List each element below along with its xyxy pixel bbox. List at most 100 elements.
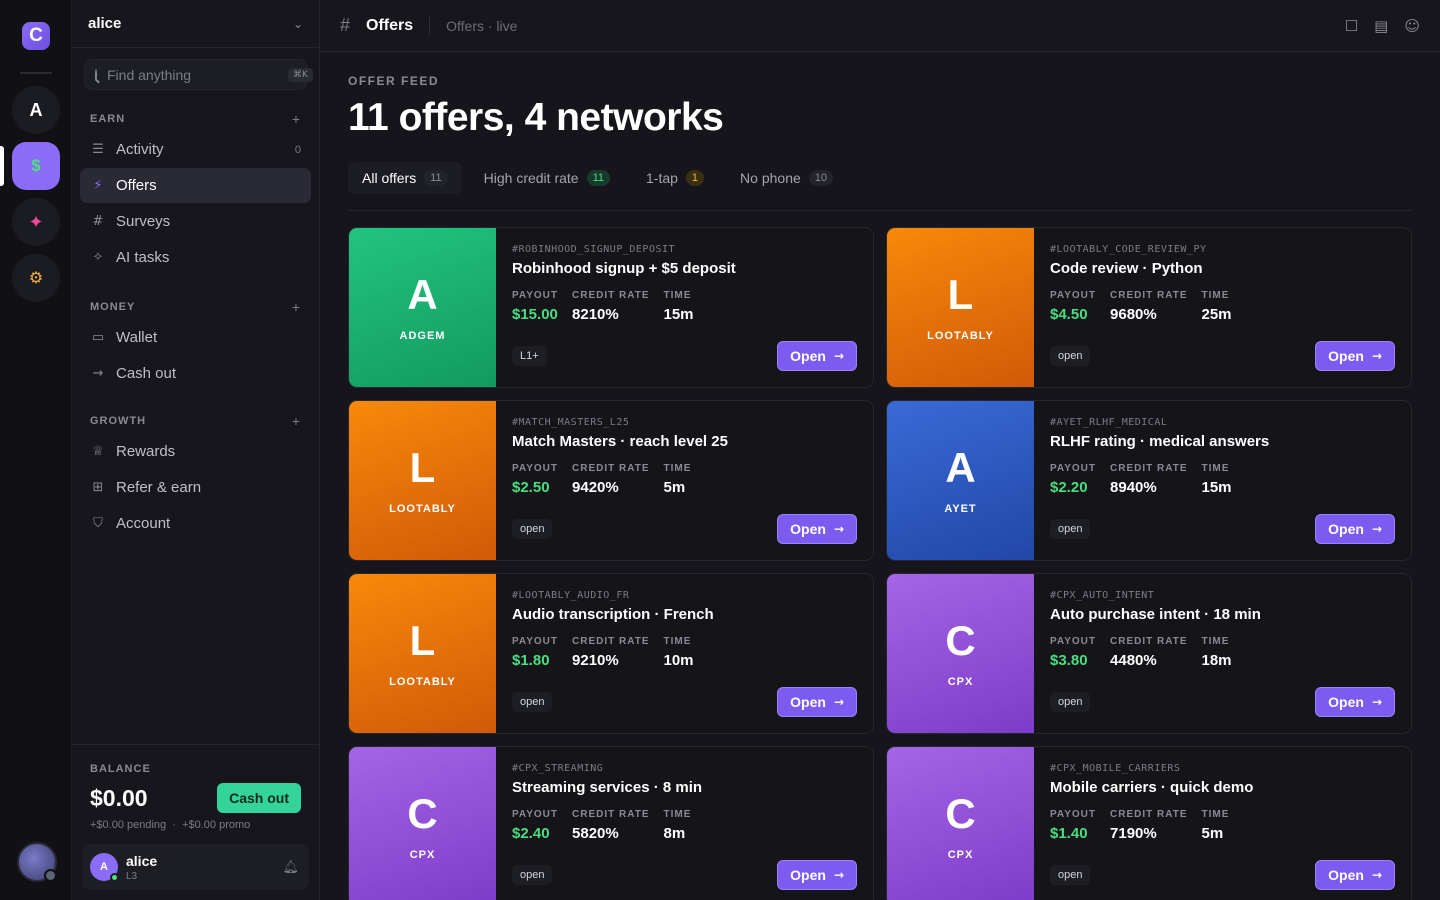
offer-card[interactable]: L LOOTABLY #LOOTABLY_CODE_REVIEW_PY Code… xyxy=(886,227,1412,388)
arrow-right-icon: → xyxy=(833,695,844,709)
open-offer-button[interactable]: Open → xyxy=(1315,514,1395,544)
payout-label: PAYOUT xyxy=(512,636,559,647)
open-offer-button[interactable]: Open → xyxy=(777,860,857,890)
rail-settings-button[interactable]: ⚙ xyxy=(12,254,60,302)
offer-card[interactable]: C CPX #CPX_AUTO_INTENT Auto purchase int… xyxy=(886,573,1412,734)
offer-slug: #LOOTABLY_AUDIO_FR xyxy=(512,590,630,601)
credit-rate-value: 9680% xyxy=(1110,306,1157,323)
offer-card[interactable]: C CPX #CPX_STREAMING Streaming services … xyxy=(348,746,874,900)
search-box[interactable]: ⌘K xyxy=(84,59,313,90)
payout-label: PAYOUT xyxy=(1050,290,1097,301)
open-offer-button[interactable]: Open → xyxy=(1315,860,1395,890)
hash-icon: # xyxy=(92,214,104,229)
user-card[interactable]: A alice L3 🔔︎ xyxy=(82,844,309,890)
credit-rate-value: 8210% xyxy=(572,306,619,323)
open-offer-button[interactable]: Open → xyxy=(777,687,857,717)
balance-breakdown: +$0.00 pending · +$0.00 promo xyxy=(90,819,301,831)
tab-all-offers[interactable]: All offers 11 xyxy=(348,162,462,194)
page-subtitle: Offers · live xyxy=(446,17,518,34)
time-label: TIME xyxy=(1201,463,1230,474)
time-value: 15m xyxy=(1201,479,1232,496)
arrow-right-icon: → xyxy=(833,349,844,363)
bell-icon[interactable]: ☐ xyxy=(1345,17,1358,35)
offer-tag: open xyxy=(512,519,553,539)
sidebar-item-refer-earn[interactable]: ⊞ Refer & earn xyxy=(80,470,311,505)
add-icon[interactable]: + xyxy=(292,299,301,315)
workspace-switcher[interactable]: alice ⌄ xyxy=(72,0,319,48)
offer-card[interactable]: L LOOTABLY #LOOTABLY_AUDIO_FR Audio tran… xyxy=(348,573,874,734)
offer-card[interactable]: L LOOTABLY #MATCH_MASTERS_L25 Match Mast… xyxy=(348,400,874,561)
sidebar-item-label: Account xyxy=(116,515,171,532)
tab-high-credit-rate[interactable]: High credit rate 11 xyxy=(470,162,624,194)
offer-card[interactable]: A ADGEM #ROBINHOOD_SIGNUP_DEPOSIT Robinh… xyxy=(348,227,874,388)
app-logo[interactable]: C xyxy=(22,22,50,50)
status-dot xyxy=(44,869,57,882)
offer-title: Audio transcription · French xyxy=(512,606,714,623)
offer-card[interactable]: C CPX #CPX_MOBILE_CARRIERS Mobile carrie… xyxy=(886,746,1412,900)
network-letter: L xyxy=(409,443,436,491)
offer-title: Match Masters · reach level 25 xyxy=(512,433,728,450)
sidebar-item-label: Rewards xyxy=(116,443,176,460)
shield-icon: ⛉ xyxy=(93,516,103,531)
tab-no-phone[interactable]: No phone 10 xyxy=(726,162,847,194)
open-offer-button[interactable]: Open → xyxy=(1315,687,1395,717)
arrow-right-icon: → xyxy=(92,366,104,381)
payout-label: PAYOUT xyxy=(512,809,559,820)
offer-slug: #CPX_AUTO_INTENT xyxy=(1050,590,1155,601)
icon-rail: C A $ ✦ ⚙ xyxy=(0,0,72,900)
section-label-money: MONEY + xyxy=(72,297,319,317)
time-value: 10m xyxy=(663,652,694,669)
gift-icon[interactable]: ▤ xyxy=(1374,17,1388,35)
network-name: AYET xyxy=(944,502,977,515)
offer-slug: #MATCH_MASTERS_L25 xyxy=(512,417,630,428)
credit-rate-value: 9210% xyxy=(572,652,619,669)
sidebar-item-surveys[interactable]: # Surveys xyxy=(80,204,311,239)
payout-value: $2.20 xyxy=(1050,479,1088,496)
add-icon[interactable]: + xyxy=(292,413,301,429)
sidebar-item-label: AI tasks xyxy=(116,249,170,266)
sidebar-item-rewards[interactable]: ♕ Rewards xyxy=(80,434,311,469)
rail-ai-button[interactable]: ✦ xyxy=(12,198,60,246)
tab-label: No phone xyxy=(740,170,801,186)
offer-grid: A ADGEM #ROBINHOOD_SIGNUP_DEPOSIT Robinh… xyxy=(348,227,1412,900)
arrow-right-icon: → xyxy=(1371,868,1382,882)
network-name: LOOTABLY xyxy=(927,329,994,342)
feed-eyebrow: OFFER FEED xyxy=(348,74,440,88)
sidebar-item-offers[interactable]: ⚡ Offers xyxy=(80,168,311,203)
offer-title: Code review · Python xyxy=(1050,260,1203,277)
search-input[interactable] xyxy=(107,66,288,83)
open-offer-button[interactable]: Open → xyxy=(777,514,857,544)
credit-rate-label: CREDIT RATE xyxy=(1110,290,1188,301)
rail-workspace-button[interactable]: A xyxy=(12,86,60,134)
offer-card[interactable]: A AYET #AYET_RLHF_MEDICAL RLHF rating · … xyxy=(886,400,1412,561)
cash-out-button[interactable]: Cash out xyxy=(217,783,301,813)
open-offer-button[interactable]: Open → xyxy=(1315,341,1395,371)
sidebar: alice ⌄ ⌘K EARN + ☰ Activity 0 ⚡ Offers #… xyxy=(72,0,320,900)
sidebar-item-wallet[interactable]: ▭ Wallet xyxy=(80,320,311,355)
sidebar-item-activity[interactable]: ☰ Activity 0 xyxy=(80,132,311,167)
sidebar-item-account[interactable]: ⛉ Account xyxy=(80,506,311,541)
tab-label: 1-tap xyxy=(646,170,678,186)
network-name: CPX xyxy=(947,848,974,861)
rail-earn-button[interactable]: $ xyxy=(12,142,60,190)
add-icon[interactable]: + xyxy=(292,111,301,127)
balance-label: BALANCE xyxy=(90,763,151,775)
tab-count: 11 xyxy=(424,170,448,186)
page-title: Offers xyxy=(366,16,414,34)
rail-user-avatar[interactable] xyxy=(17,842,57,882)
tab-label: High credit rate xyxy=(483,170,579,186)
sidebar-item-cash-out[interactable]: → Cash out xyxy=(80,356,311,391)
payout-value: $15.00 xyxy=(512,306,558,323)
section-label-earn: EARN + xyxy=(72,109,319,129)
network-thumbnail: C CPX xyxy=(349,747,496,900)
user-icon[interactable]: ☺ xyxy=(1404,17,1420,35)
open-offer-button[interactable]: Open → xyxy=(777,341,857,371)
workspace-name: alice xyxy=(88,15,122,32)
sidebar-item-label: Cash out xyxy=(116,365,177,382)
network-letter: L xyxy=(947,270,974,318)
balance-panel: BALANCE $0.00 Cash out +$0.00 pending · … xyxy=(72,744,319,831)
notification-bell-icon[interactable]: 🔔︎ xyxy=(282,859,299,875)
credit-rate-value: 4480% xyxy=(1110,652,1157,669)
sidebar-item-ai-tasks[interactable]: ✧ AI tasks xyxy=(80,240,311,275)
tab-1-tap[interactable]: 1-tap 1 xyxy=(632,162,718,194)
